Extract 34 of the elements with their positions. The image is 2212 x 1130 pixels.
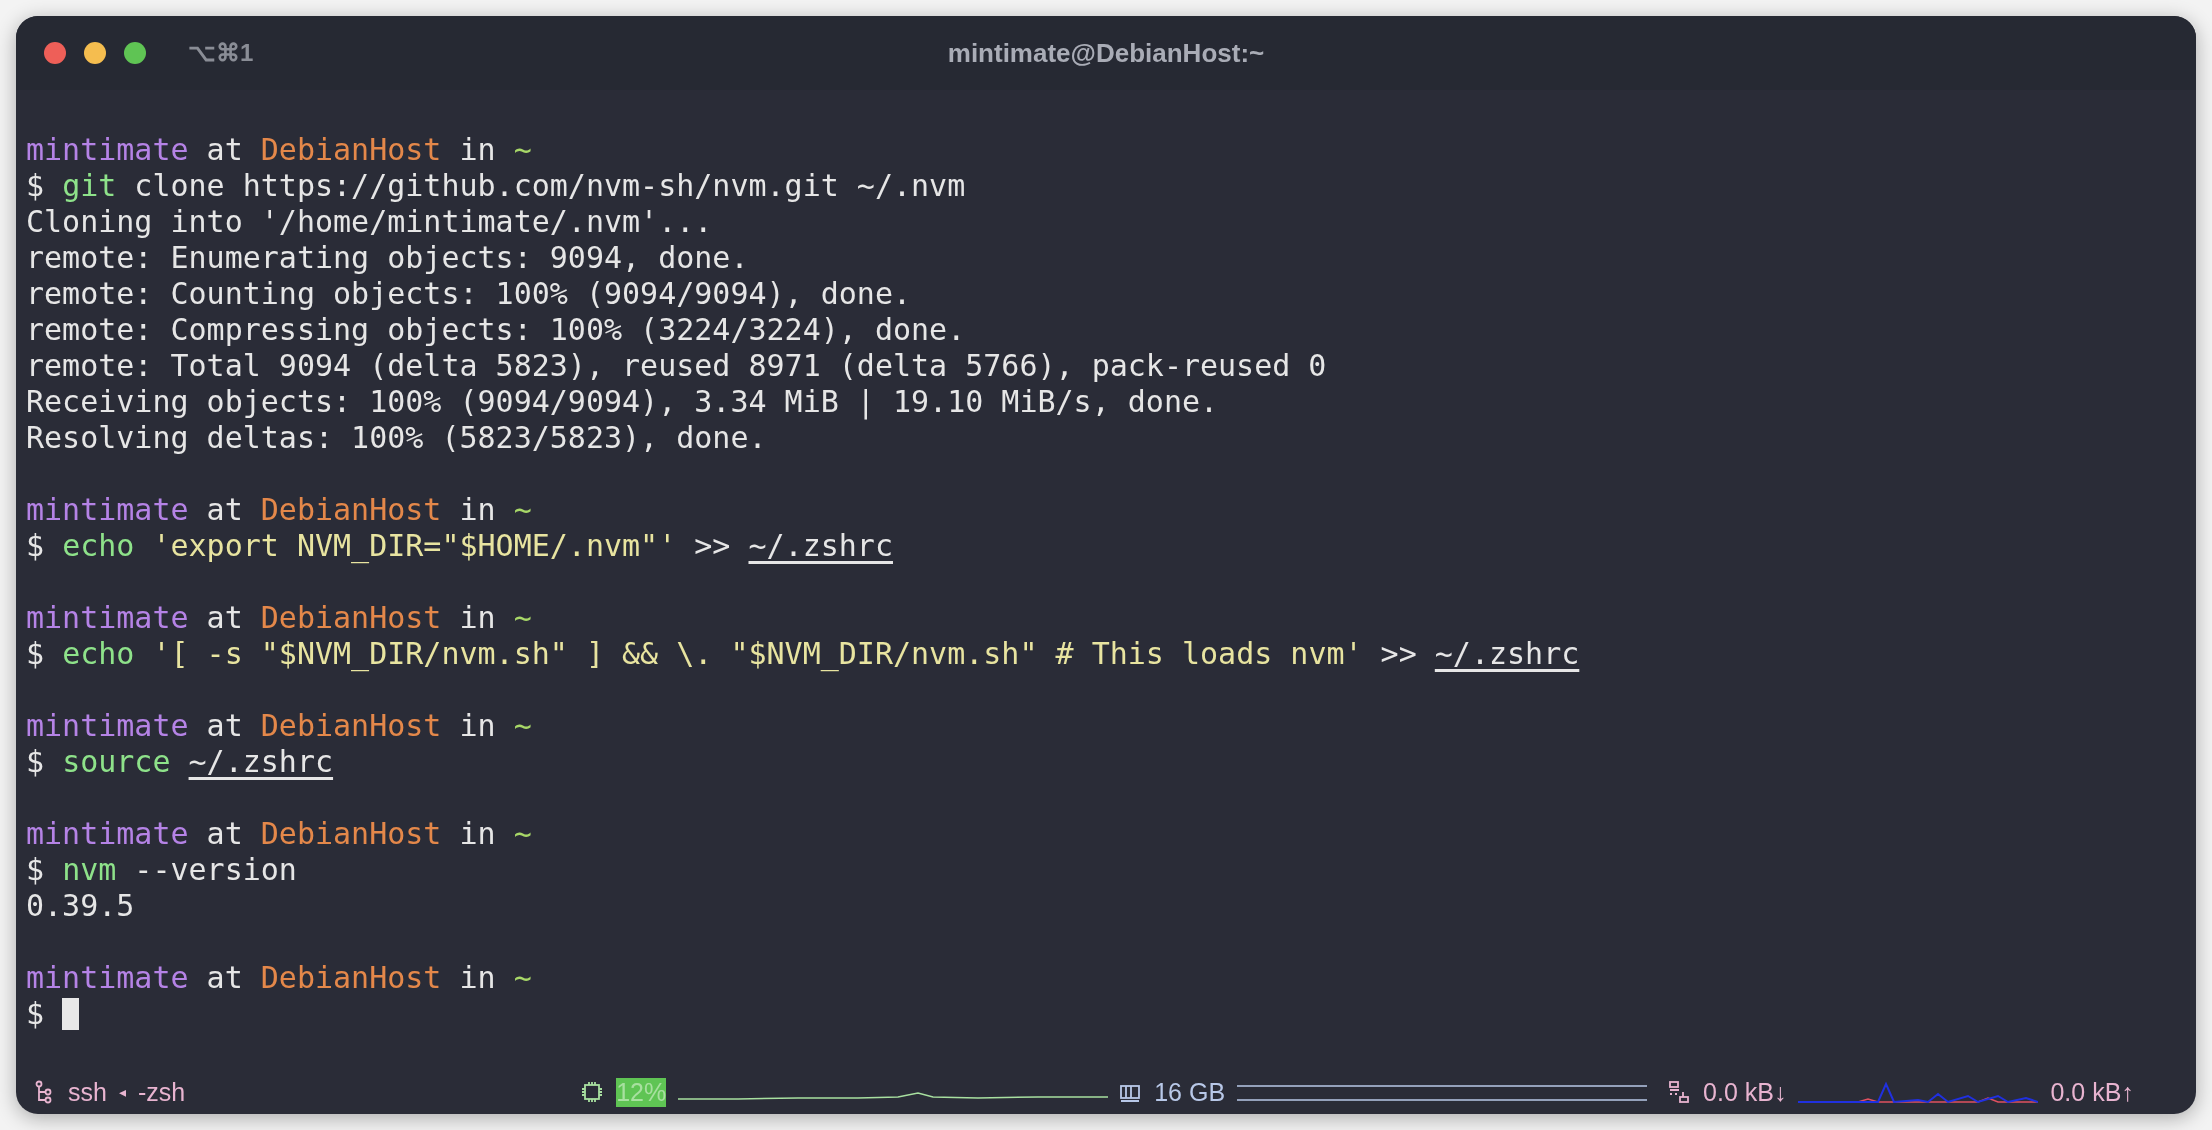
terminal-line: 0.39.5	[26, 888, 135, 924]
memory-reading: 16 GB	[1154, 1077, 1226, 1107]
terminal-line: remote: Enumerating objects: 9094, done.	[26, 240, 749, 276]
terminal-line: remote: Counting objects: 100% (9094/9094), done.	[26, 276, 911, 312]
terminal-line: mintimate at DebianHost in ~	[26, 132, 532, 168]
window-title: mintimate@DebianHost:~	[947, 37, 1265, 69]
download-rate: 0.0 kB↓	[1703, 1077, 1787, 1107]
session-shell: -zsh	[137, 1077, 186, 1107]
upload-rate: 0.0 kB↑	[2050, 1077, 2134, 1107]
terminal-line: mintimate at DebianHost in ~	[26, 492, 532, 528]
terminal-line: mintimate at DebianHost in ~	[26, 960, 532, 996]
terminal-line: Cloning into '/home/mintimate/.nvm'...	[26, 204, 713, 240]
session-host: ssh	[68, 1077, 107, 1107]
close-button[interactable]	[44, 42, 66, 64]
separator-glyph: ◂	[118, 1084, 126, 1100]
zoom-button[interactable]	[124, 42, 146, 64]
cpu-reading: 12%	[616, 1077, 667, 1107]
minimize-button[interactable]	[84, 42, 106, 64]
terminal-line: $	[26, 996, 46, 1032]
terminal-line: mintimate at DebianHost in ~	[26, 816, 532, 852]
terminal-line: $ echo 'export NVM_DIR="$HOME/.nvm"' >> ~/.zshrc	[26, 528, 893, 564]
terminal-line: $ echo '[ -s "$NVM_DIR/nvm.sh" ] && \. "$NVM_DIR/nvm.sh" # This loads nvm' >> ~/.zshrc	[26, 636, 1580, 672]
terminal-line: mintimate at DebianHost in ~	[26, 600, 532, 636]
terminal-line: mintimate at DebianHost in ~	[26, 708, 532, 744]
terminal-line: $ source ~/.zshrc	[26, 744, 334, 780]
terminal-line: $ git clone https://github.com/nvm-sh/nvm.git ~/.nvm	[26, 168, 966, 204]
network-icon	[1667, 1080, 1692, 1104]
terminal-line: $ nvm --version	[26, 852, 297, 888]
terminal-line: Receiving objects: 100% (9094/9094), 3.34 MiB | 19.10 MiB/s, done.	[26, 384, 1219, 420]
terminal-line: remote: Total 9094 (delta 5823), reused 8971 (delta 5766), pack-reused 0	[26, 348, 1327, 384]
tab-shortcut: ⌥⌘1	[188, 39, 254, 67]
terminal-line: remote: Compressing objects: 100% (3224/3224), done.	[26, 312, 966, 348]
terminal-line: Resolving deltas: 100% (5823/5823), done.	[26, 420, 767, 456]
cpu-icon	[580, 1080, 605, 1104]
